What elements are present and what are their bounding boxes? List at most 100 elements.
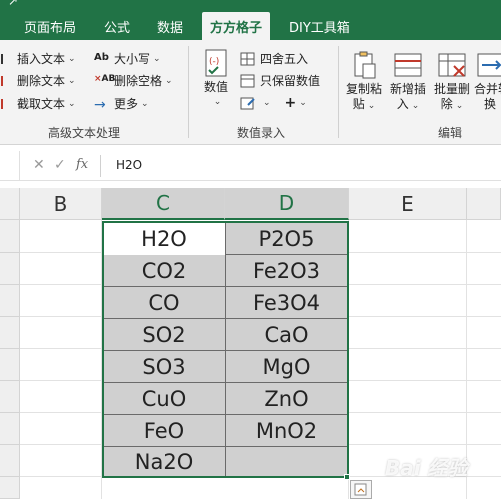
cell-c1[interactable]: H2O [103,223,225,255]
remove-spaces-icon: ×AB [94,73,116,84]
cell-d4[interactable]: CaO [226,319,347,351]
remove-spaces-label: 删除空格 [114,74,163,88]
tab-page-layout[interactable]: 页面布局 [24,17,76,36]
row-header[interactable] [0,349,20,381]
column-header-e[interactable]: E [349,188,467,220]
case-label: 大小写 [114,52,151,66]
more-label: 更多 [114,97,139,111]
numeric-icon: (-) [205,49,227,77]
select-all-corner[interactable] [0,188,20,220]
cell-c5[interactable]: SO3 [103,351,225,383]
row-header[interactable] [0,445,20,477]
row-header[interactable] [0,253,20,285]
cell-d1[interactable]: P2O5 [226,223,347,255]
chevron-down-icon: ⌄ [213,97,222,107]
tab-formulas[interactable]: 公式 [104,17,130,36]
ribbon: 插入文本 ⌄ 删除文本 ⌄ 截取文本 ⌄ Ab 大小写 ⌄ ×AB 删除空格 ⌄ → 更多… [0,40,501,145]
gridline [101,220,102,499]
delete-text-button[interactable]: 删除文本 ⌄ [0,72,76,89]
plus-icon[interactable]: + [285,95,297,111]
row-header[interactable] [0,381,20,413]
formula-bar: ✕ ✓ fx H2O [0,151,501,181]
name-box[interactable] [0,151,20,181]
case-button[interactable]: Ab 大小写 ⌄ [94,50,161,67]
column-header-f[interactable] [467,188,501,220]
cell-d3[interactable]: Fe3O4 [226,287,347,319]
cell-d5[interactable]: MgO [226,351,347,383]
chevron-down-icon: ⌄ [455,101,464,111]
insert-text-label: 插入文本 [17,52,66,66]
insert-function-icon[interactable]: fx [76,157,88,172]
merge-convert-label-1: 合并转 [474,82,501,96]
delete-text-label: 删除文本 [17,74,66,88]
gridline [348,220,349,499]
copy-paste-button[interactable]: 复制粘 贴 ⌄ [344,50,384,114]
copy-paste-label-1: 复制粘 [345,82,382,96]
merge-convert-button[interactable]: 合并转 换 [474,50,501,112]
ribbon-separator [188,46,189,138]
check-icon[interactable]: ✓ [54,157,66,173]
round-icon [240,52,257,66]
cancel-icon[interactable]: ✕ [33,157,45,173]
case-icon: Ab [94,51,109,63]
chevron-down-icon: ⌄ [263,98,271,108]
row-header[interactable] [0,220,20,253]
batch-delete-label-2: 除 [440,97,453,111]
insert-new-label-2: 入 [396,97,409,111]
column-header-b[interactable]: B [20,188,102,220]
cell-c2[interactable]: CO2 [103,255,225,287]
tab-fangfang[interactable]: 方方格子 [202,12,271,40]
tab-diy-toolbox[interactable]: DIY工具箱 [289,17,350,36]
extract-text-icon [0,97,14,111]
edit-numbers-button[interactable]: ⌄ + ⌄ [240,95,307,111]
extract-text-button[interactable]: 截取文本 ⌄ [0,95,76,112]
keep-values-icon [240,74,257,88]
cell-d6[interactable]: ZnO [226,383,347,415]
number-group-label: 数值录入 [237,126,286,140]
row-header[interactable] [0,413,20,445]
ribbon-separator [338,46,339,138]
edit-cell-icon [240,96,257,110]
svg-text:(-): (-) [209,57,219,67]
tab-data[interactable]: 数据 [157,17,183,36]
copy-paste-label-2: 贴 [352,97,365,111]
insert-text-button[interactable]: 插入文本 ⌄ [0,50,76,67]
column-header-c[interactable]: C [102,188,225,220]
clipboard-icon [354,51,376,79]
round-label: 四舍五入 [260,52,309,66]
cell-divider [225,223,226,477]
insert-text-icon [0,52,14,66]
keep-values-button[interactable]: 只保留数值 [240,72,320,89]
round-button[interactable]: 四舍五入 [240,50,308,67]
row-header[interactable] [0,285,20,317]
quick-access-icon[interactable]: ↗ [8,0,18,8]
watermark: Bai 经验 [385,456,468,480]
chevron-down-icon: ⌄ [165,75,173,86]
row-header[interactable] [0,317,20,349]
cell-c4[interactable]: SO2 [103,319,225,351]
batch-delete-button[interactable]: 批量删 除 ⌄ [431,50,473,114]
cell-c6[interactable]: CuO [103,383,225,415]
column-header-d[interactable]: D [225,188,349,220]
chevron-down-icon: ⌄ [68,53,76,64]
cell-d8[interactable] [226,447,347,477]
cell-d7[interactable]: MnO2 [226,415,347,447]
merge-icon [477,53,501,77]
cell-d2[interactable]: Fe2O3 [226,255,347,287]
chevron-down-icon: ⌄ [411,101,420,111]
quick-analysis-icon[interactable] [350,480,372,499]
cell-c3[interactable]: CO [103,287,225,319]
numeric-button[interactable]: (-) 数值 ⌄ [198,48,234,110]
chevron-down-icon: ⌄ [299,98,307,108]
cell-c7[interactable]: FeO [103,415,225,447]
cell-c8[interactable]: Na2O [103,447,225,477]
formula-input[interactable]: H2O [116,158,142,172]
delete-text-icon [0,74,14,88]
row-header[interactable] [0,477,20,499]
remove-spaces-button[interactable]: ×AB 删除空格 ⌄ [94,72,173,89]
chevron-down-icon: ⌄ [367,101,376,111]
numeric-label: 数值 [203,80,228,94]
batch-delete-label-1: 批量删 [433,82,470,96]
insert-new-button[interactable]: 新增插 入 ⌄ [387,50,429,114]
more-button[interactable]: → 更多 ⌄ [94,95,149,113]
